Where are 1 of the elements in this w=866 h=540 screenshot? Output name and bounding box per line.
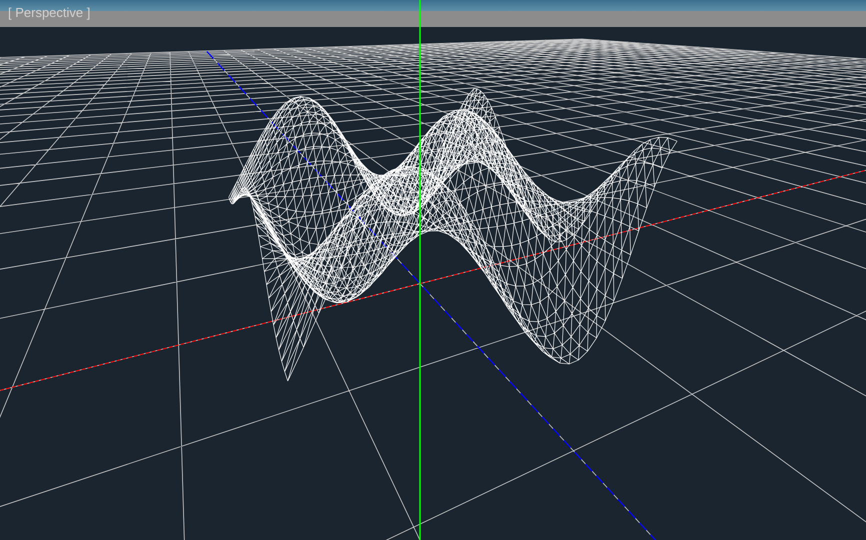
viewport-label: [ Perspective ] (8, 6, 90, 19)
